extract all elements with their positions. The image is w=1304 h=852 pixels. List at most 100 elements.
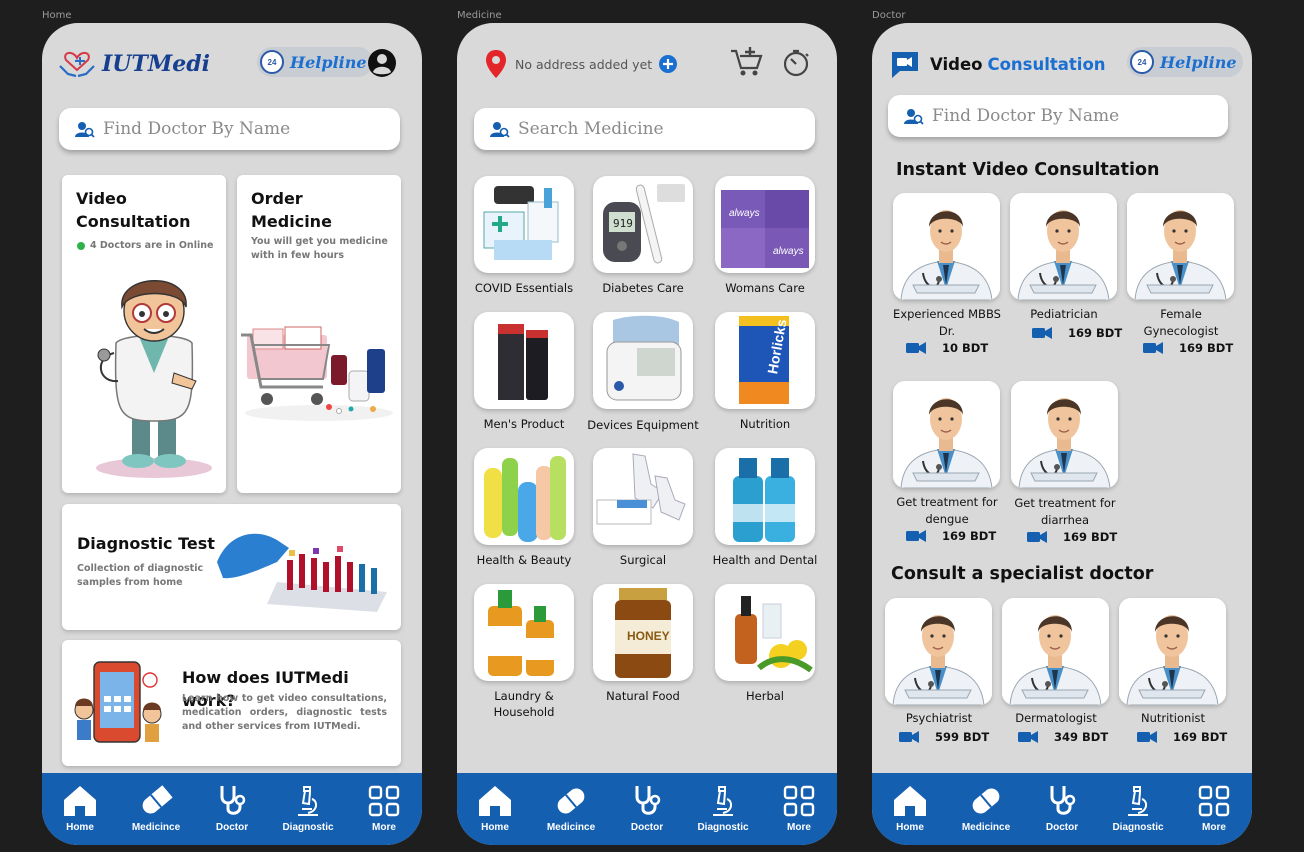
- search-placeholder: Find Doctor By Name: [103, 119, 291, 139]
- category-label: Natural Food: [606, 689, 680, 703]
- nav-diagnostic[interactable]: Diagnostic: [685, 773, 761, 845]
- video-call-icon: [906, 530, 926, 542]
- nav-more[interactable]: More: [346, 773, 422, 845]
- stethoscope-icon: [220, 786, 246, 815]
- search-placeholder: Find Doctor By Name: [932, 106, 1120, 126]
- category-laundry-household[interactable]: [474, 584, 574, 681]
- helpline-button[interactable]: 24 Helpline: [257, 47, 373, 77]
- home-icon: [479, 786, 511, 816]
- helpline-label: Helpline: [1160, 52, 1237, 72]
- category-label: Men's Product: [483, 417, 565, 431]
- instant-section-title: Instant Video Consultation: [896, 160, 1160, 180]
- app-logo[interactable]: IUTMedi: [58, 46, 210, 82]
- nav-doctor[interactable]: Doctor: [1024, 773, 1100, 845]
- specialist-fee: 599 BDT: [899, 730, 989, 744]
- diagnostic-test-card[interactable]: Diagnostic Test Collection of diagnostic…: [62, 504, 401, 630]
- doctor-avatar: [1010, 193, 1117, 300]
- category-label: Health & Beauty: [476, 553, 572, 567]
- pill-icon: [972, 788, 1000, 814]
- category-herbal[interactable]: [715, 584, 815, 681]
- nav-doctor[interactable]: Doctor: [194, 773, 270, 845]
- category-devices-equipment[interactable]: [593, 312, 693, 409]
- nav-home[interactable]: Home: [42, 773, 118, 845]
- nav-diagnostic[interactable]: Diagnostic: [1100, 773, 1176, 845]
- doctor-search-input[interactable]: Find Doctor By Name: [59, 108, 400, 150]
- medicine-search-input[interactable]: Search Medicine: [474, 108, 815, 150]
- honey-jar-image: HONEY: [615, 588, 671, 678]
- frame-label-medicine: Medicine: [457, 10, 502, 21]
- how-it-works-card[interactable]: How does IUTMedi work? Learn how to get …: [62, 640, 401, 766]
- video-call-icon: [1018, 731, 1038, 743]
- video-call-icon: [1137, 731, 1157, 743]
- timer-history-icon[interactable]: [782, 49, 810, 77]
- search-placeholder: Search Medicine: [518, 119, 664, 139]
- nav-medicine[interactable]: Medicince: [533, 773, 609, 845]
- bottom-navigation: Home Medicince Doctor Diagnostic More: [872, 773, 1252, 845]
- video-call-icon: [1143, 342, 1163, 354]
- user-search-icon: [490, 121, 510, 138]
- nav-diagnostic-label: Diagnostic: [1112, 822, 1164, 833]
- how-card-text: Learn how to get video consultations, me…: [182, 693, 387, 732]
- category-label: Herbal: [746, 689, 784, 703]
- order-medicine-card[interactable]: Order Medicine You will get you medicine …: [237, 175, 401, 493]
- category-diabetes-care[interactable]: 919: [593, 176, 693, 273]
- video-chat-icon: [892, 52, 918, 78]
- profile-icon[interactable]: [367, 48, 397, 78]
- doctor-specialty: Get treatment for dengue: [896, 495, 998, 526]
- home-screen: IUTMedi 24 Helpline Find Doctor By Name …: [42, 23, 422, 845]
- helpline-label: Helpline: [290, 52, 367, 72]
- specialist-card[interactable]: [1002, 598, 1109, 705]
- doctor-card[interactable]: [1010, 193, 1117, 300]
- svg-text:919: 919: [613, 217, 633, 230]
- home-icon: [64, 786, 96, 816]
- nav-medicine[interactable]: Medicince: [948, 773, 1024, 845]
- doctor-card[interactable]: [1127, 193, 1234, 300]
- nav-diagnostic[interactable]: Diagnostic: [270, 773, 346, 845]
- doctor-avatar: [1011, 381, 1118, 488]
- online-count: 4 Doctors are in Online: [90, 240, 214, 251]
- shopping-cart-medicine-illustration: [241, 326, 393, 421]
- specialist-card[interactable]: [1119, 598, 1226, 705]
- category-mens-product[interactable]: [474, 312, 574, 409]
- category-covid-essentials[interactable]: [474, 176, 574, 273]
- category-health-dental[interactable]: [715, 448, 815, 545]
- category-label: Surgical: [619, 553, 667, 567]
- category-womans-care[interactable]: always always: [715, 176, 815, 273]
- category-surgical[interactable]: [593, 448, 693, 545]
- doctor-fee: 169 BDT: [1027, 530, 1117, 544]
- specialist-card[interactable]: [885, 598, 992, 705]
- online-status: 4 Doctors are in Online: [77, 239, 213, 253]
- stethoscope-icon: [635, 786, 661, 815]
- beauty-bottles-image: [484, 456, 566, 542]
- grid-icon: [1198, 785, 1230, 817]
- category-natural-food[interactable]: HONEY: [593, 584, 693, 681]
- address-selector[interactable]: No address added yet: [485, 49, 678, 79]
- category-label: Laundry & Household: [493, 689, 555, 719]
- category-label: Devices Equipment: [587, 418, 699, 432]
- nav-more[interactable]: More: [761, 773, 837, 845]
- helpline-button[interactable]: 24 Helpline: [1127, 47, 1243, 77]
- nav-home[interactable]: Home: [872, 773, 948, 845]
- doctor-search-input[interactable]: Find Doctor By Name: [888, 95, 1228, 137]
- specialist-name: Psychiatrist: [905, 711, 973, 725]
- video-call-icon: [1032, 327, 1052, 339]
- add-address-icon[interactable]: [659, 55, 678, 73]
- nav-more[interactable]: More: [1176, 773, 1252, 845]
- category-health-beauty[interactable]: [474, 448, 574, 545]
- category-nutrition[interactable]: Horlicks: [715, 312, 815, 409]
- logo-text: IUTMedi: [102, 51, 210, 77]
- diagnostic-card-title: Diagnostic Test: [77, 534, 215, 553]
- cart-add-icon[interactable]: [730, 46, 764, 78]
- doctor-fee: 169 BDT: [1032, 326, 1122, 340]
- doctor-card[interactable]: [893, 193, 1000, 300]
- doctor-card[interactable]: [893, 381, 1000, 488]
- nav-diagnostic-label: Diagnostic: [697, 822, 749, 833]
- nav-doctor[interactable]: Doctor: [609, 773, 685, 845]
- video-consultation-card[interactable]: Video Consultation 4 Doctors are in Onlin…: [62, 175, 226, 493]
- order-card-title: Order Medicine: [251, 189, 332, 231]
- doctor-card[interactable]: [1011, 381, 1118, 488]
- nav-medicine[interactable]: Medicince: [118, 773, 194, 845]
- nav-home[interactable]: Home: [457, 773, 533, 845]
- user-search-icon: [75, 121, 95, 138]
- specialist-fee: 169 BDT: [1137, 730, 1227, 744]
